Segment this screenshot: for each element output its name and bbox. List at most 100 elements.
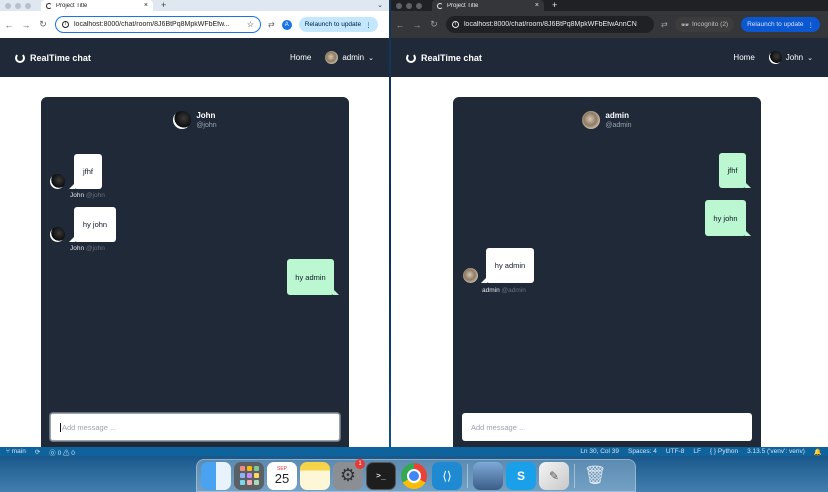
logo-text: RealTime chat xyxy=(30,52,91,63)
terminal-icon[interactable]: >_ xyxy=(366,461,396,490)
close-window-button[interactable] xyxy=(396,2,402,9)
incognito-indicator[interactable]: 🕶 Incognito (2) xyxy=(674,17,735,32)
nav-links: Home John ⌄ xyxy=(733,51,813,64)
app-logo[interactable]: RealTime chat xyxy=(15,52,91,63)
trash-icon[interactable]: 🗑 xyxy=(580,462,610,490)
message-avatar xyxy=(463,268,478,283)
forward-icon[interactable]: → xyxy=(412,20,422,30)
address-bar[interactable]: i localhost:8000/chat/room/8J6BtPq8MpkWF… xyxy=(55,16,261,33)
extensions-icon[interactable]: ⇄ xyxy=(661,20,668,29)
cursor-position[interactable]: Ln 30, Col 39 xyxy=(580,448,619,456)
calendar-day: 25 xyxy=(274,470,290,486)
tab-strip: Project Title × + xyxy=(391,0,828,11)
message-bubble: hy admin xyxy=(287,259,339,295)
tab-strip: Project Title × + ⌄ xyxy=(0,0,389,11)
new-tab-button[interactable]: + xyxy=(161,1,166,10)
forward-icon[interactable]: → xyxy=(21,20,31,30)
user-menu[interactable]: admin ⌄ xyxy=(325,51,374,64)
user-name: John xyxy=(785,53,804,62)
chat-card: John @john jfhf John @john hy john John … xyxy=(41,97,349,447)
sync-icon[interactable]: ⟳ xyxy=(35,448,40,456)
relaunch-button[interactable]: Relaunch to update ⋮ xyxy=(741,17,820,32)
site-info-icon[interactable]: i xyxy=(452,21,459,28)
tab-title: Project Title xyxy=(56,2,88,9)
skype-icon[interactable]: S xyxy=(506,461,536,490)
url-text[interactable]: localhost:8000/chat/room/8J6BtPq8MpkWFbE… xyxy=(464,21,648,28)
browser-window-john: Project Title × + ← → ↻ i localhost:8000… xyxy=(391,0,828,447)
relaunch-button[interactable]: Relaunch to update ⋮ xyxy=(298,17,378,32)
message-bubble: hy john xyxy=(705,200,751,236)
incognito-label: Incognito (2) xyxy=(691,21,729,28)
url-text[interactable]: localhost:8000/chat/room/8J6BtPq8MpkWFbE… xyxy=(74,21,242,28)
calendar-icon[interactable]: SEP 25 xyxy=(267,461,297,490)
tab-close-icon[interactable]: × xyxy=(144,2,148,9)
window-controls[interactable] xyxy=(396,2,422,9)
encoding[interactable]: UTF-8 xyxy=(666,448,684,456)
message-bubble: hy admin xyxy=(481,248,534,283)
script-editor-icon[interactable]: ✎ xyxy=(539,461,569,490)
message-meta: John @john xyxy=(70,245,105,252)
extensions-icon[interactable]: ⇄ xyxy=(268,20,275,29)
tab-close-icon[interactable]: × xyxy=(535,2,539,9)
message-input[interactable] xyxy=(471,422,743,432)
nav-links: Home admin ⌄ xyxy=(290,51,374,64)
close-window-button[interactable] xyxy=(5,2,11,9)
notification-badge: 1 xyxy=(355,458,365,469)
user-menu[interactable]: John ⌄ xyxy=(768,51,813,64)
window-controls[interactable] xyxy=(5,2,31,9)
tab-search-icon[interactable]: ⌄ xyxy=(377,1,383,9)
user-name: admin xyxy=(342,53,365,62)
site-info-icon[interactable]: i xyxy=(62,21,69,28)
new-tab-button[interactable]: + xyxy=(552,1,557,10)
language-mode[interactable]: { } Python xyxy=(710,448,738,456)
more-menu-icon[interactable]: ⋮ xyxy=(808,21,815,29)
app-navbar: RealTime chat Home John ⌄ xyxy=(391,38,828,77)
notes-icon[interactable] xyxy=(300,461,330,490)
branch-indicator[interactable]: ⑂ main xyxy=(6,448,26,455)
preview-icon[interactable] xyxy=(473,461,503,490)
message-composer[interactable] xyxy=(462,413,752,441)
chat-partner-avatar xyxy=(173,111,192,129)
bookmark-star-icon[interactable]: ☆ xyxy=(247,20,254,29)
nav-home-link[interactable]: Home xyxy=(733,53,754,62)
nav-home-link[interactable]: Home xyxy=(290,53,311,62)
reload-icon[interactable]: ↻ xyxy=(429,19,439,30)
browser-toolbar: ← → ↻ i localhost:8000/chat/room/8J6BtPq… xyxy=(391,11,828,38)
indentation[interactable]: Spaces: 4 xyxy=(628,448,657,456)
chrome-icon[interactable] xyxy=(401,462,427,489)
back-icon[interactable]: ← xyxy=(4,20,14,30)
message-input[interactable] xyxy=(62,422,330,432)
message-handle: @admin xyxy=(501,287,526,294)
app-logo[interactable]: RealTime chat xyxy=(406,52,482,63)
loading-icon xyxy=(46,2,52,9)
notifications-icon[interactable]: 🔔 xyxy=(814,448,822,456)
end-of-line[interactable]: LF xyxy=(693,448,701,456)
tab-project-title[interactable]: Project Title × xyxy=(432,0,544,11)
message-bubble: jfhf xyxy=(719,153,751,188)
tab-project-title[interactable]: Project Title × xyxy=(41,0,153,11)
vscode-icon[interactable]: ⟨⟩ xyxy=(432,461,462,490)
chat-partner-handle: @john xyxy=(196,122,217,129)
message-composer[interactable] xyxy=(50,413,340,441)
message-meta: admin @admin xyxy=(482,287,526,294)
finder-icon[interactable] xyxy=(201,461,231,490)
message-meta: John @john xyxy=(70,192,105,199)
address-bar[interactable]: i localhost:8000/chat/room/8J6BtPq8MpkWF… xyxy=(446,16,654,33)
minimize-window-button[interactable] xyxy=(15,2,21,9)
problems-indicator[interactable]: ⓪ 0 ⚠ 0 xyxy=(49,447,75,457)
more-menu-icon[interactable]: ⋮ xyxy=(365,21,372,29)
chat-partner-name: admin xyxy=(605,111,629,120)
zoom-window-button[interactable] xyxy=(416,2,422,9)
zoom-window-button[interactable] xyxy=(25,2,31,9)
minimize-window-button[interactable] xyxy=(406,2,412,9)
chat-header: John @john xyxy=(41,111,349,129)
reload-icon[interactable]: ↻ xyxy=(38,19,48,30)
profile-avatar[interactable]: A xyxy=(281,19,292,30)
editor-statusbar: ⑂ main ⟳ ⓪ 0 ⚠ 0 Ln 30, Col 39 Spaces: 4… xyxy=(0,447,828,457)
system-settings-icon[interactable]: 1 xyxy=(333,458,365,490)
app-body: admin @admin jfhf hy john hy admin admin… xyxy=(391,77,828,447)
back-icon[interactable]: ← xyxy=(395,20,405,30)
python-interpreter[interactable]: 3.13.5 ('venv': venv) xyxy=(747,448,805,456)
launchpad-icon[interactable] xyxy=(234,461,264,490)
message-author: admin xyxy=(482,287,500,294)
